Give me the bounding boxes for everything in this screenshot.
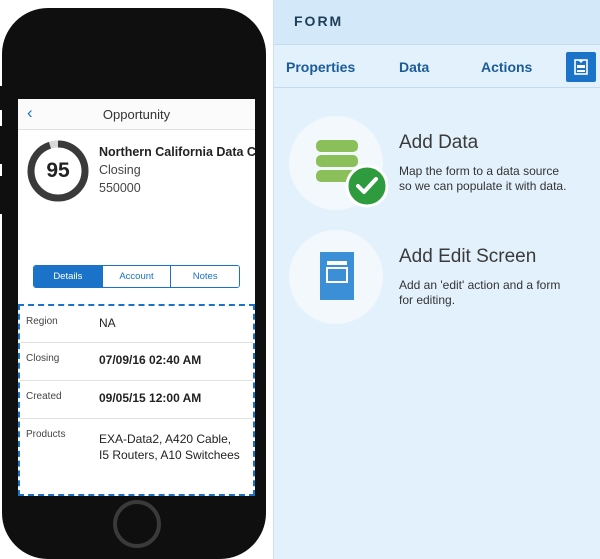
add-data-title: Add Data — [399, 132, 479, 153]
description-line: for editing. — [399, 293, 456, 307]
field-value-line: EXA-Data2, A420 Cable, — [99, 432, 232, 446]
form-component[interactable]: Region NA Closing 07/09/16 02:40 AM Crea… — [18, 304, 255, 496]
design-canvas: ‹ Opportunity 95 Northern California Dat… — [0, 0, 273, 559]
tab-properties[interactable]: Properties — [286, 59, 355, 75]
add-edit-screen-description: Add an 'edit' action and a form for edit… — [399, 278, 589, 308]
phone-frame: ‹ Opportunity 95 Northern California Dat… — [2, 8, 266, 559]
description-line: so we can populate it with data. — [399, 179, 567, 193]
add-data-icon-circle — [289, 116, 389, 210]
phone-home-button — [113, 500, 161, 548]
segment-account[interactable]: Account — [102, 266, 172, 287]
tab-data[interactable]: Data — [399, 59, 429, 75]
form-panel: FORM Properties Data Actions Add Data Ma… — [273, 0, 600, 559]
segmented-control: Details Account Notes — [33, 265, 240, 288]
form-layout-button[interactable] — [566, 52, 596, 82]
segment-details[interactable]: Details — [34, 266, 103, 287]
add-edit-screen-title: Add Edit Screen — [399, 246, 537, 267]
phone-screen: ‹ Opportunity 95 Northern California Dat… — [18, 99, 255, 496]
field-value: NA — [99, 316, 116, 330]
add-data-card[interactable]: Add Data Map the form to a data source s… — [289, 116, 589, 216]
panel-title: FORM — [294, 13, 344, 29]
form-layout-icon — [574, 59, 588, 75]
field-label: Closing — [26, 353, 60, 364]
nav-title: Opportunity — [102, 107, 171, 122]
field-value: 09/05/15 12:00 AM — [99, 391, 202, 405]
field-label: Region — [26, 316, 58, 327]
form-row: Closing 07/09/16 02:40 AM — [20, 343, 253, 381]
field-value: EXA-Data2, A420 Cable, I5 Routers, A10 S… — [99, 431, 240, 463]
field-value-line: I5 Routers, A10 Switchees — [99, 448, 240, 462]
segment-notes[interactable]: Notes — [171, 266, 239, 287]
description-line: Map the form to a data source — [399, 164, 560, 178]
add-edit-screen-card[interactable]: Add Edit Screen Add an 'edit' action and… — [289, 230, 589, 330]
score-ring: 95 — [26, 139, 90, 203]
description-line: Add an 'edit' action and a form — [399, 278, 561, 292]
nav-bar: ‹ Opportunity — [18, 99, 255, 130]
record-stage: Closing — [99, 163, 141, 177]
form-row: Region NA — [20, 306, 253, 343]
field-label: Products — [26, 429, 66, 440]
edit-screen-icon — [320, 252, 354, 300]
checkmark-icon — [345, 164, 389, 208]
record-name: Northern California Data C — [99, 145, 255, 159]
panel-header: FORM — [274, 0, 600, 45]
field-label: Created — [26, 391, 62, 402]
form-row: Created 09/05/15 12:00 AM — [20, 381, 253, 419]
add-data-description: Map the form to a data source so we can … — [399, 164, 589, 194]
field-value: 07/09/16 02:40 AM — [99, 353, 202, 367]
panel-tabs: Properties Data Actions — [274, 45, 600, 88]
score-value: 95 — [46, 159, 70, 182]
tab-actions[interactable]: Actions — [481, 59, 532, 75]
add-edit-screen-icon-circle — [289, 230, 383, 324]
form-row: Products EXA-Data2, A420 Cable, I5 Route… — [20, 419, 253, 489]
record-amount: 550000 — [99, 181, 141, 195]
